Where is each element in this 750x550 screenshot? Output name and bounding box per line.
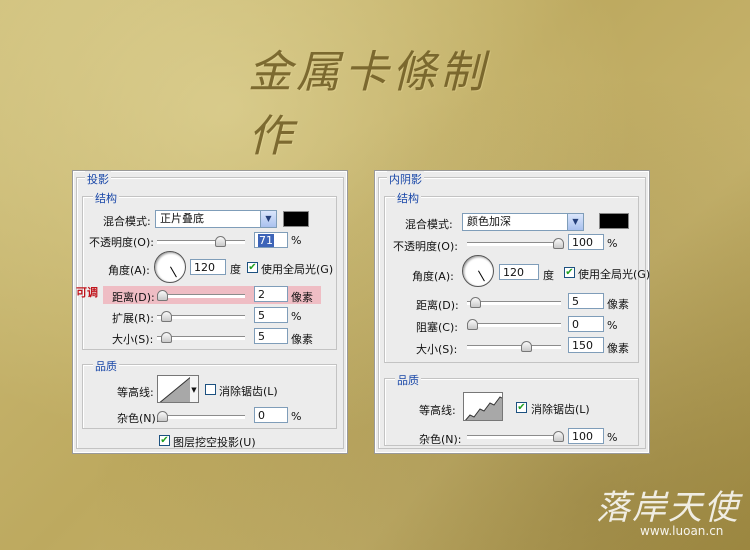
spread-unit: % bbox=[291, 310, 302, 323]
opacity-input[interactable]: 100 bbox=[568, 234, 604, 250]
size-slider[interactable] bbox=[157, 332, 245, 343]
angle-input[interactable]: 120 bbox=[190, 259, 226, 275]
distance-label: 距离(D): bbox=[112, 291, 155, 304]
noise-unit: % bbox=[291, 410, 302, 423]
antialias-label: 消除锯齿(L) bbox=[219, 385, 278, 398]
choke-unit: % bbox=[607, 319, 618, 332]
opacity-slider-thumb[interactable] bbox=[553, 238, 564, 249]
contour-dropdown[interactable]: ▼ bbox=[190, 375, 199, 403]
contour-label: 等高线: bbox=[117, 386, 154, 399]
antialias-checkbox[interactable] bbox=[205, 384, 216, 395]
noise-unit: % bbox=[607, 431, 618, 444]
inner-shadow-title: 内阴影 bbox=[387, 171, 424, 187]
opacity-unit: % bbox=[607, 237, 618, 250]
angle-label: 角度(A): bbox=[412, 270, 454, 283]
inner-shadow-panel: 内阴影 结构 混合模式: 颜色加深 ▼ 不透明度(O): 100 % 角度(A)… bbox=[374, 170, 650, 454]
distance-slider-thumb[interactable] bbox=[470, 297, 481, 308]
noise-label: 杂色(N): bbox=[419, 433, 462, 446]
opacity-slider[interactable] bbox=[467, 238, 564, 249]
size-label: 大小(S): bbox=[416, 343, 458, 356]
global-light-checkbox[interactable]: ✔ bbox=[564, 267, 575, 278]
angle-dial[interactable] bbox=[462, 255, 494, 287]
size-label: 大小(S): bbox=[112, 333, 154, 346]
opacity-input[interactable]: 71 bbox=[254, 232, 288, 248]
noise-slider-thumb[interactable] bbox=[157, 411, 168, 422]
choke-input[interactable]: 0 bbox=[568, 316, 604, 332]
distance-unit: 像素 bbox=[607, 298, 629, 311]
distance-label: 距离(D): bbox=[416, 299, 459, 312]
spread-label: 扩展(R): bbox=[112, 312, 154, 325]
size-unit: 像素 bbox=[607, 342, 629, 355]
knockout-label: 图层挖空投影(U) bbox=[173, 436, 256, 449]
distance-input[interactable]: 2 bbox=[254, 286, 288, 302]
global-light-checkbox[interactable]: ✔ bbox=[247, 262, 258, 273]
shadow-color-swatch[interactable] bbox=[283, 211, 309, 227]
angle-input[interactable]: 120 bbox=[499, 264, 539, 280]
choke-slider[interactable] bbox=[467, 319, 561, 330]
contour-preview[interactable] bbox=[463, 392, 503, 421]
angle-unit: 度 bbox=[230, 263, 241, 276]
blend-mode-value: 颜色加深 bbox=[467, 215, 511, 228]
contour-linear-icon bbox=[159, 376, 190, 402]
distance-unit: 像素 bbox=[291, 291, 313, 304]
opacity-label: 不透明度(O): bbox=[393, 240, 458, 253]
contour-rolling-slope-icon bbox=[465, 396, 502, 420]
antialias-label: 消除锯齿(L) bbox=[531, 403, 590, 416]
antialias-checkbox[interactable]: ✔ bbox=[516, 402, 527, 413]
quality-title: 品质 bbox=[93, 358, 119, 374]
blend-mode-select[interactable]: 正片叠底 ▼ bbox=[155, 210, 277, 228]
size-input[interactable]: 150 bbox=[568, 337, 604, 353]
adjustable-note: 可调 bbox=[76, 286, 98, 299]
choke-label: 阻塞(C): bbox=[416, 321, 458, 334]
brand-watermark: 落岸天使 bbox=[596, 488, 740, 528]
quality-title: 品质 bbox=[395, 372, 421, 388]
contour-label: 等高线: bbox=[419, 404, 456, 417]
noise-input[interactable]: 0 bbox=[254, 407, 288, 423]
distance-slider[interactable] bbox=[467, 297, 561, 308]
noise-label: 杂色(N): bbox=[117, 412, 160, 425]
distance-input[interactable]: 5 bbox=[568, 293, 604, 309]
size-slider[interactable] bbox=[467, 341, 561, 352]
global-light-label: 使用全局光(G) bbox=[261, 263, 334, 276]
noise-input[interactable]: 100 bbox=[568, 428, 604, 444]
opacity-label: 不透明度(O): bbox=[89, 236, 154, 249]
opacity-slider[interactable] bbox=[157, 236, 245, 247]
size-slider-thumb[interactable] bbox=[161, 332, 172, 343]
spread-input[interactable]: 5 bbox=[254, 307, 288, 323]
drop-shadow-panel: 投影 结构 混合模式: 正片叠底 ▼ 不透明度(O): 71 % 角度(A): … bbox=[72, 170, 348, 454]
distance-slider-thumb[interactable] bbox=[157, 290, 168, 301]
noise-slider[interactable] bbox=[157, 411, 245, 422]
spread-slider[interactable] bbox=[157, 311, 245, 322]
blend-mode-label: 混合模式: bbox=[405, 218, 453, 231]
noise-slider-thumb[interactable] bbox=[553, 431, 564, 442]
angle-needle bbox=[478, 270, 485, 282]
choke-slider-thumb[interactable] bbox=[467, 319, 478, 330]
spread-slider-thumb[interactable] bbox=[161, 311, 172, 322]
angle-unit: 度 bbox=[543, 269, 554, 282]
blend-mode-value: 正片叠底 bbox=[160, 212, 204, 225]
noise-slider[interactable] bbox=[467, 431, 564, 442]
knockout-checkbox[interactable]: ✔ bbox=[159, 435, 170, 446]
angle-needle bbox=[170, 266, 177, 278]
angle-label: 角度(A): bbox=[108, 264, 150, 277]
angle-dial[interactable] bbox=[154, 251, 186, 283]
chevron-down-icon[interactable]: ▼ bbox=[260, 211, 276, 227]
opacity-slider-thumb[interactable] bbox=[215, 236, 226, 247]
distance-slider[interactable] bbox=[157, 290, 245, 301]
drop-shadow-title: 投影 bbox=[85, 171, 111, 187]
shadow-color-swatch[interactable] bbox=[599, 213, 629, 229]
global-light-label: 使用全局光(G) bbox=[578, 268, 651, 281]
structure-title: 结构 bbox=[395, 190, 421, 206]
size-slider-thumb[interactable] bbox=[521, 341, 532, 352]
page-title: 金属卡條制作 bbox=[248, 47, 488, 162]
chevron-down-icon[interactable]: ▼ bbox=[567, 214, 583, 230]
structure-title: 结构 bbox=[93, 190, 119, 206]
blend-mode-select[interactable]: 颜色加深 ▼ bbox=[462, 213, 584, 231]
size-input[interactable]: 5 bbox=[254, 328, 288, 344]
contour-preview[interactable] bbox=[157, 375, 191, 403]
size-unit: 像素 bbox=[291, 333, 313, 346]
brand-url: www.luoan.cn bbox=[640, 524, 724, 538]
blend-mode-label: 混合模式: bbox=[103, 215, 151, 228]
opacity-unit: % bbox=[291, 234, 302, 247]
